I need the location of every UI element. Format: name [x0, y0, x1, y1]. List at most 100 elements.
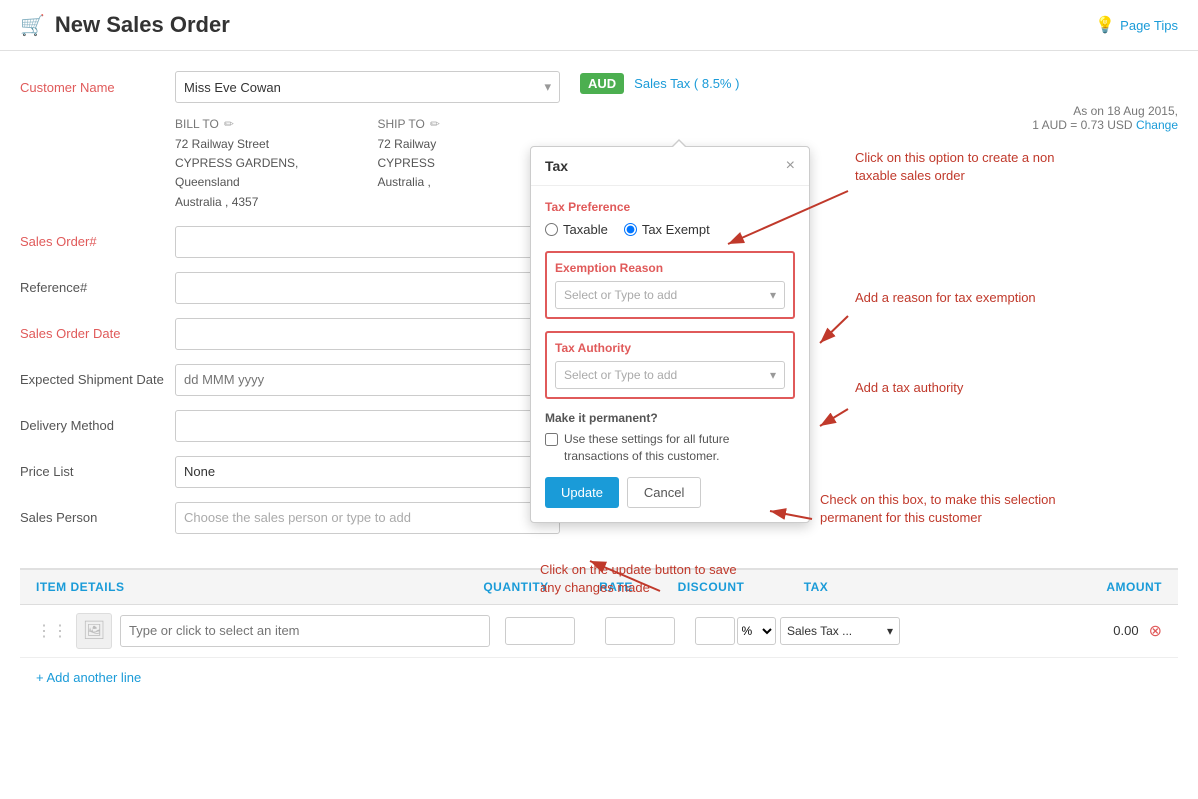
expected-shipment-label: Expected Shipment Date: [20, 372, 175, 387]
modal-arrow: [671, 139, 687, 147]
chevron-down-icon: ▾: [770, 368, 776, 382]
tax-select[interactable]: Sales Tax ... ▾: [780, 617, 900, 645]
sales-order-date-row: Sales Order Date 14 Sep 2015: [20, 318, 560, 350]
discount-input[interactable]: 0: [695, 617, 735, 645]
exchange-date: As on 18 Aug 2015,: [1032, 104, 1178, 118]
tax-authority-box: Tax Authority Select or Type to add ▾: [545, 331, 795, 399]
item-select-input[interactable]: [120, 615, 490, 647]
form-left: Customer Name Miss Eve Cowan ▾ BILL TO ✏…: [20, 71, 560, 548]
sales-person-label: Sales Person: [20, 510, 175, 525]
reference-label: Reference#: [20, 280, 175, 295]
address-section: BILL TO ✏ 72 Railway StreetCYPRESS GARDE…: [175, 117, 560, 212]
customer-name-value: Miss Eve Cowan: [184, 80, 281, 95]
table-row: ⋮⋮ 🖼 1.00 0.00 0 % flat Sales Tax ...: [20, 605, 1178, 658]
annotation-2: Add a reason for tax exemption: [855, 289, 1045, 307]
exemption-reason-placeholder: Select or Type to add: [564, 288, 677, 302]
cancel-button[interactable]: Cancel: [627, 477, 701, 508]
currency-row: AUD Sales Tax ( 8.5% ): [580, 73, 739, 94]
discount-cell: 0 % flat: [690, 617, 780, 645]
permanent-section: Make it permanent? Use these settings fo…: [545, 411, 795, 465]
price-list-label: Price List: [20, 464, 175, 479]
taxable-option[interactable]: Taxable: [545, 222, 608, 237]
sales-tax-link[interactable]: Sales Tax ( 8.5% ): [634, 76, 739, 91]
sales-order-date-label: Sales Order Date: [20, 326, 175, 341]
exchange-change-link[interactable]: Change: [1136, 118, 1178, 132]
permanent-label: Make it permanent?: [545, 411, 795, 425]
sales-order-row: Sales Order# SO-00031: [20, 226, 560, 258]
exemption-reason-select[interactable]: Select or Type to add ▾: [555, 281, 785, 309]
tax-authority-select[interactable]: Select or Type to add ▾: [555, 361, 785, 389]
exchange-rate: 1 AUD = 0.73 USD Change: [1032, 118, 1178, 132]
expected-shipment-input[interactable]: [175, 364, 560, 396]
quantity-input[interactable]: 1.00: [505, 617, 575, 645]
expected-shipment-row: Expected Shipment Date: [20, 364, 560, 396]
permanent-checkbox-row: Use these settings for all future transa…: [545, 431, 795, 465]
add-another-line[interactable]: + Add another line: [20, 658, 1178, 697]
delivery-method-select[interactable]: ▾: [175, 410, 560, 442]
exemption-reason-label: Exemption Reason: [555, 261, 785, 275]
customer-name-select[interactable]: Miss Eve Cowan ▾: [175, 71, 560, 103]
permanent-checkbox-text: Use these settings for all future transa…: [564, 431, 795, 465]
exchange-info: As on 18 Aug 2015, 1 AUD = 0.73 USD Chan…: [1032, 104, 1178, 132]
update-button[interactable]: Update: [545, 477, 619, 508]
bill-to-block: BILL TO ✏ 72 Railway StreetCYPRESS GARDE…: [175, 117, 358, 212]
header-left: 🛒 New Sales Order: [20, 12, 230, 38]
lightbulb-icon: 💡: [1095, 15, 1115, 35]
sales-order-date-input[interactable]: 14 Sep 2015: [175, 318, 560, 350]
edit-icon[interactable]: ✏: [224, 117, 234, 131]
tax-modal: Tax × Tax Preference Taxable Tax Exempt …: [530, 146, 810, 523]
tax-authority-placeholder: Select or Type to add: [564, 368, 677, 382]
delivery-method-row: Delivery Method ▾: [20, 410, 560, 442]
delivery-method-label: Delivery Method: [20, 418, 175, 433]
taxable-radio[interactable]: [545, 223, 558, 236]
tax-exempt-radio[interactable]: [624, 223, 637, 236]
permanent-checkbox[interactable]: [545, 433, 558, 446]
delete-row-icon[interactable]: ⊗: [1149, 621, 1162, 641]
sales-order-input[interactable]: SO-00031: [175, 226, 560, 258]
col-header-item: ITEM DETAILS: [36, 580, 466, 594]
price-list-row: Price List None ⇅: [20, 456, 560, 488]
drag-handle-icon[interactable]: ⋮⋮: [36, 621, 68, 641]
tax-exempt-option[interactable]: Tax Exempt: [624, 222, 710, 237]
ship-to-label: SHIP TO ✏: [378, 117, 561, 131]
page-tips-link[interactable]: 💡 Page Tips: [1095, 15, 1178, 35]
page-tips-label: Page Tips: [1120, 18, 1178, 33]
price-list-select[interactable]: None ⇅: [175, 456, 560, 488]
chevron-down-icon: ▾: [770, 288, 776, 302]
reference-input[interactable]: [175, 272, 560, 304]
price-list-value: None: [184, 464, 215, 479]
cart-icon: 🛒: [20, 13, 45, 38]
reference-row: Reference#: [20, 272, 560, 304]
sales-person-select[interactable]: Choose the sales person or type to add ▾: [175, 502, 560, 534]
bill-address: 72 Railway StreetCYPRESS GARDENS, Queens…: [175, 135, 358, 212]
main-content: Customer Name Miss Eve Cowan ▾ BILL TO ✏…: [0, 51, 1198, 717]
col-header-amount: AMOUNT: [876, 580, 1162, 594]
taxable-label: Taxable: [563, 222, 608, 237]
discount-type-select[interactable]: % flat: [737, 617, 776, 645]
rate-cell: 0.00: [590, 617, 690, 645]
tax-value: Sales Tax ...: [787, 624, 852, 638]
bill-to-label: BILL TO ✏: [175, 117, 358, 131]
customer-name-row: Customer Name Miss Eve Cowan ▾: [20, 71, 560, 103]
modal-body: Tax Preference Taxable Tax Exempt Exempt…: [531, 186, 809, 522]
amount-cell: 0.00: [900, 623, 1139, 638]
ship-edit-icon[interactable]: ✏: [430, 117, 440, 131]
col-header-tax: TAX: [756, 580, 876, 594]
quantity-cell: 1.00: [490, 617, 590, 645]
item-image: 🖼: [76, 613, 112, 649]
image-placeholder-icon: 🖼: [83, 620, 106, 641]
chevron-down-icon: ▾: [544, 79, 551, 95]
modal-title: Tax: [545, 158, 568, 174]
annotation-4: Check on this box, to make this selectio…: [820, 491, 1060, 527]
tax-exempt-label: Tax Exempt: [642, 222, 710, 237]
page-title: New Sales Order: [55, 12, 230, 38]
tax-authority-label: Tax Authority: [555, 341, 785, 355]
exemption-reason-box: Exemption Reason Select or Type to add ▾: [545, 251, 795, 319]
modal-header: Tax ×: [531, 147, 809, 186]
close-icon[interactable]: ×: [786, 157, 795, 175]
tax-preference-label: Tax Preference: [545, 200, 795, 214]
currency-badge[interactable]: AUD: [580, 73, 624, 94]
annotation-3: Add a tax authority: [855, 379, 1045, 397]
rate-input[interactable]: 0.00: [605, 617, 675, 645]
sales-person-row: Sales Person Choose the sales person or …: [20, 502, 560, 534]
